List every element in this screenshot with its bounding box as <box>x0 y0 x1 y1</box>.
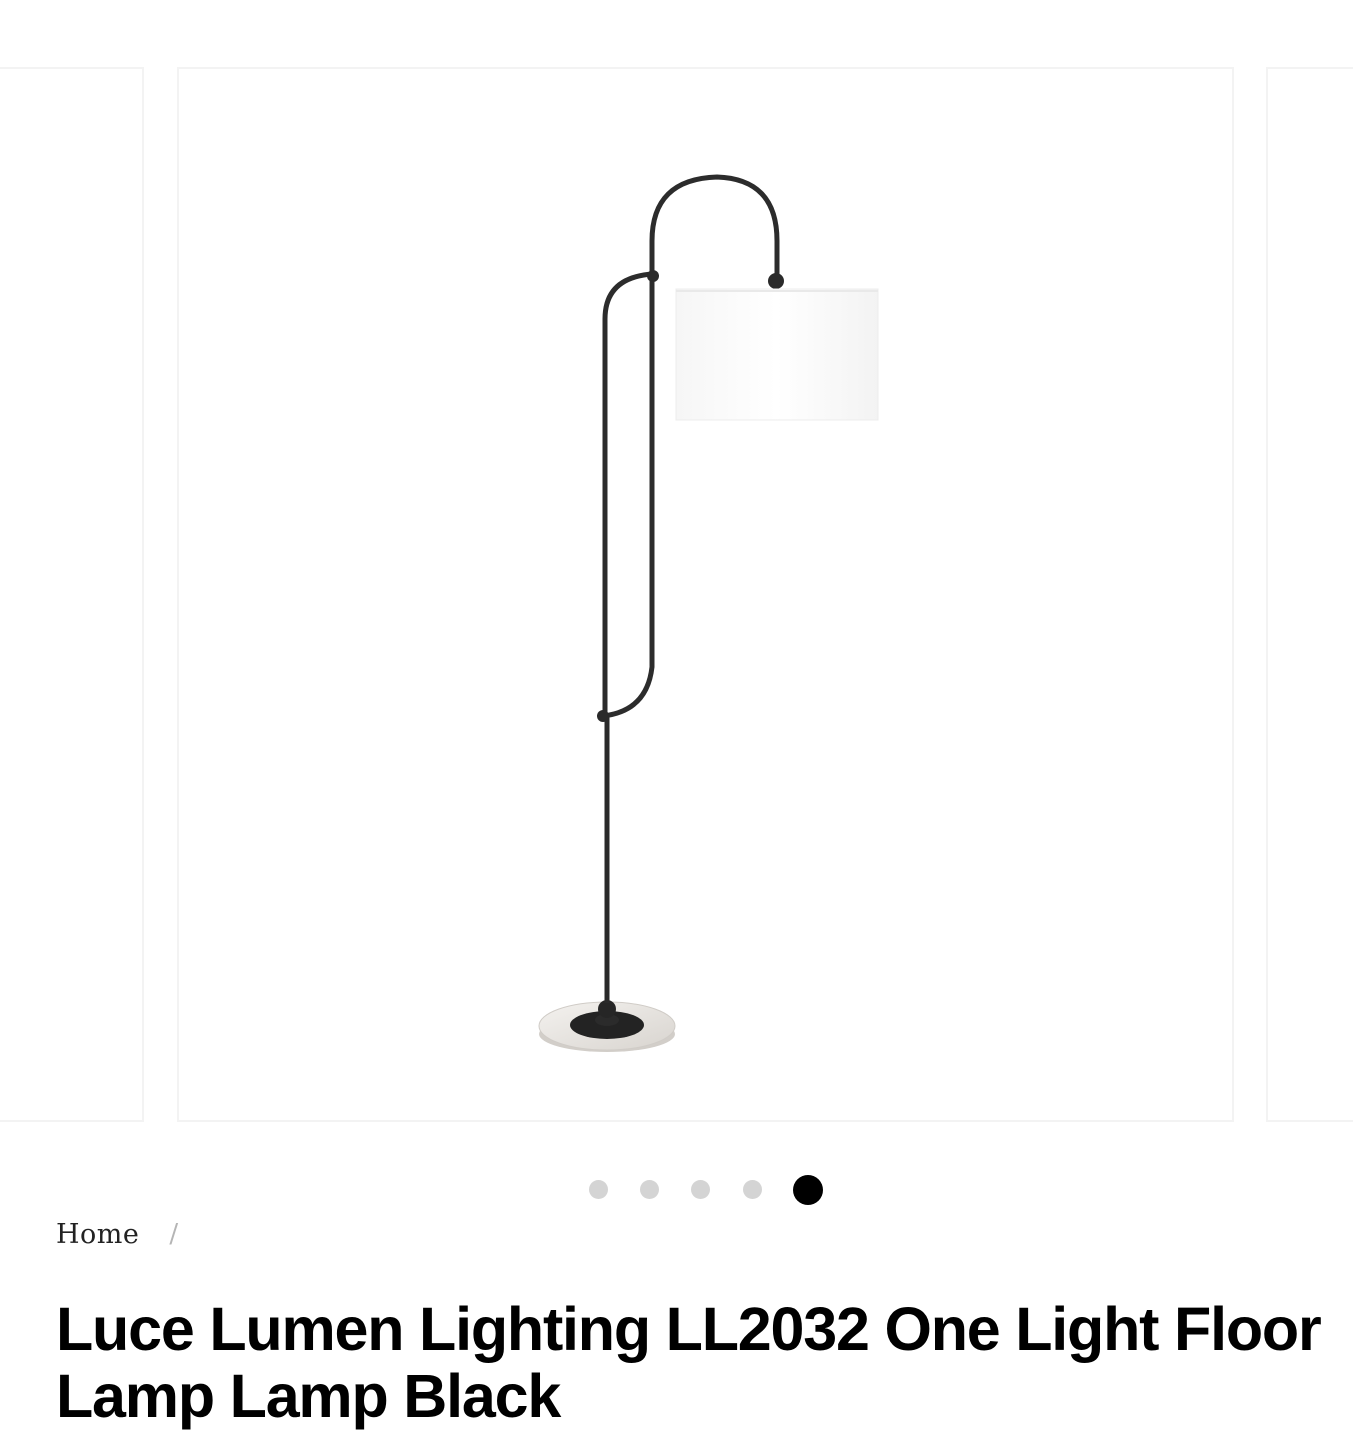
breadcrumb-home-link[interactable]: Home <box>56 1219 139 1250</box>
current-slide[interactable] <box>177 67 1234 1122</box>
next-slide-peek[interactable] <box>1266 67 1353 1122</box>
breadcrumb-separator: / <box>169 1219 179 1249</box>
gallery-dot-5-active[interactable] <box>793 1175 823 1205</box>
breadcrumb: Home / <box>56 1214 179 1254</box>
gallery-pagination-dots <box>0 1174 1353 1208</box>
product-image <box>538 174 879 1052</box>
previous-slide-peek[interactable] <box>0 67 144 1122</box>
gallery-dot-4[interactable] <box>743 1180 762 1199</box>
gallery-dot-3[interactable] <box>691 1180 710 1199</box>
gallery-dot-2[interactable] <box>640 1180 659 1199</box>
product-image-gallery[interactable] <box>0 0 1353 1160</box>
product-title: Luce Lumen Lighting LL2032 One Light Flo… <box>56 1295 1322 1430</box>
gallery-dot-1[interactable] <box>589 1180 608 1199</box>
